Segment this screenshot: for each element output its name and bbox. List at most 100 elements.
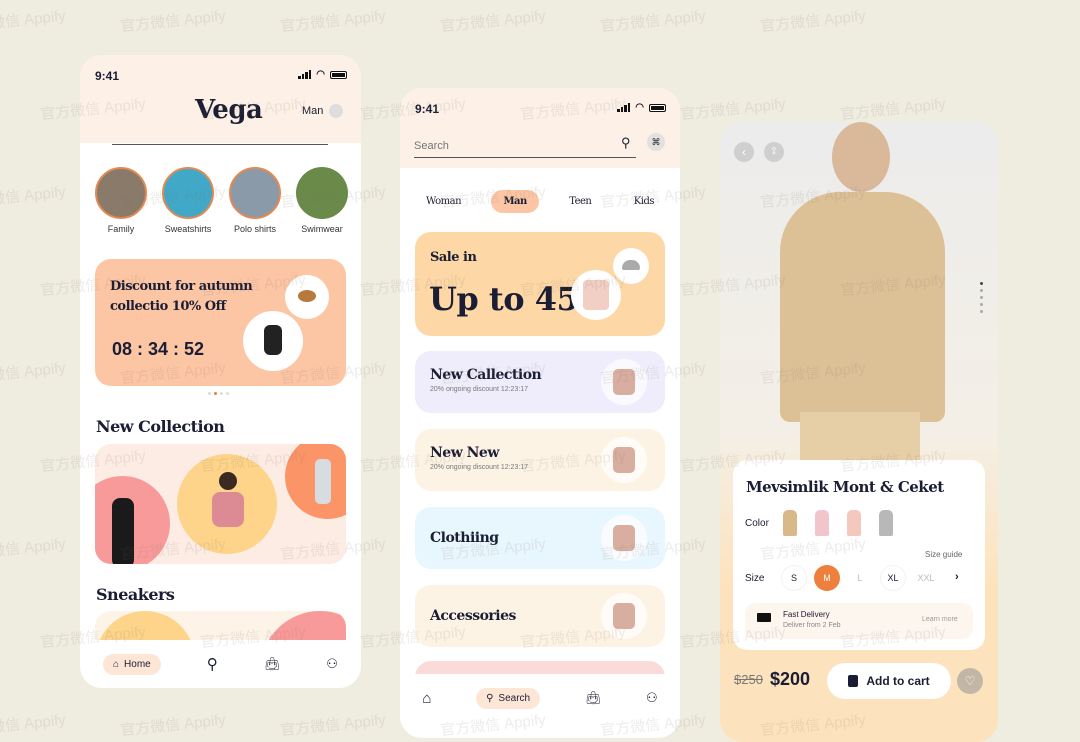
- bottom-nav: ⌂ ⚲ Search 👜︎ ⚇: [400, 674, 680, 722]
- cap-image: [613, 248, 649, 284]
- battery-icon: [330, 70, 347, 79]
- product-thumbnail: [601, 515, 647, 561]
- promo-title-2: collectio 10% Off: [110, 299, 226, 314]
- card-subtitle: 20% ongoing discount 12:23:17: [430, 464, 529, 471]
- watermark: 官方微信 Appify: [0, 535, 67, 564]
- color-swatch[interactable]: [879, 510, 893, 536]
- backpack-image: [243, 311, 303, 371]
- category-tabs: Woman Man Teen Kids: [414, 190, 666, 213]
- bag-icon[interactable]: 👜︎: [264, 656, 281, 672]
- color-swatch[interactable]: [847, 510, 861, 536]
- card-title: Accessories: [430, 608, 516, 624]
- watermark: 官方微信 Appify: [0, 183, 67, 212]
- watermark: 官方微信 Appify: [279, 7, 387, 36]
- tab-kids[interactable]: Kids: [622, 190, 666, 213]
- size-option-xl[interactable]: XL: [880, 565, 906, 591]
- gender-selector[interactable]: Man: [302, 104, 344, 118]
- status-time: 9:41: [415, 102, 440, 116]
- delivery-subtitle: Deliver from 2 Feb: [783, 622, 841, 629]
- watermark: 官方微信 Appify: [439, 7, 547, 36]
- battery-icon: [649, 103, 666, 112]
- product-thumbnail: [601, 359, 647, 405]
- profile-icon[interactable]: ⚇: [326, 656, 338, 672]
- search-icon[interactable]: ⚲: [621, 135, 631, 151]
- section-title-sneakers: Sneakers: [96, 585, 175, 604]
- favorite-button[interactable]: ♡: [957, 668, 983, 694]
- chevron-right-icon[interactable]: ›: [955, 571, 959, 583]
- home-icon: ⌂: [113, 658, 120, 670]
- category-image: [95, 167, 147, 219]
- category-card[interactable]: Clothiing: [415, 507, 665, 569]
- image-pager-dots: [980, 282, 983, 313]
- product-details-card: Mevsimlik Mont & Ceket Color Size guide …: [733, 460, 985, 650]
- model-image: [177, 454, 277, 554]
- delivery-title: Fast Delivery: [783, 610, 830, 619]
- watermark: 官方微信 Appify: [279, 711, 387, 740]
- size-option-m[interactable]: M: [814, 565, 840, 591]
- nav-search[interactable]: ⚲ Search: [476, 687, 541, 709]
- category-card[interactable]: New New 20% ongoing discount 12:23:17: [415, 429, 665, 491]
- scan-icon[interactable]: ⌘: [647, 133, 665, 151]
- search-icon[interactable]: ⚲: [207, 655, 218, 673]
- wifi-icon: ◠: [635, 102, 644, 113]
- delivery-info: Fast Delivery Deliver from 2 Feb Learn m…: [745, 603, 973, 639]
- status-time: 9:41: [95, 69, 120, 83]
- search-screen: 9:41 ◠ ⚲ ⌘ Woman Man Teen Kids Sale in Up t…: [400, 88, 680, 738]
- search-input[interactable]: [414, 134, 636, 158]
- bag-icon: [848, 675, 859, 687]
- tab-man[interactable]: Man: [491, 190, 539, 213]
- promo-banner[interactable]: Discount for autumn collectio 10% Off 08…: [95, 259, 346, 386]
- color-label: Color: [745, 518, 769, 529]
- category-item[interactable]: Swimwear: [293, 167, 351, 234]
- category-image: [296, 167, 348, 219]
- sale-label: Sale in: [430, 250, 477, 265]
- card-title: Clothiing: [430, 530, 499, 546]
- old-price: $250: [734, 672, 763, 687]
- nav-home[interactable]: ⌂ Home: [103, 653, 161, 675]
- size-label: Size: [745, 573, 765, 584]
- tab-woman[interactable]: Woman: [414, 190, 473, 213]
- color-swatch[interactable]: [815, 510, 829, 536]
- size-option-xxl[interactable]: XXL: [913, 565, 939, 591]
- sale-headline: Up to 45: [429, 280, 579, 318]
- watermark: 官方微信 Appify: [759, 7, 867, 36]
- product-screen: ‹ ⇪ Mevsimlik Mont & Ceket Color Size gu…: [720, 122, 998, 742]
- size-guide-link[interactable]: Size guide: [925, 550, 962, 559]
- sale-banner[interactable]: Sale in Up to 45: [415, 232, 665, 336]
- wifi-icon: ◠: [316, 69, 325, 80]
- countdown-timer: 08 : 34 : 52: [112, 339, 205, 359]
- learn-more-link[interactable]: Learn more: [922, 616, 958, 623]
- product-name: Mevsimlik Mont & Ceket: [746, 478, 944, 496]
- card-title: New Callection: [430, 367, 542, 383]
- watermark: 官方微信 Appify: [679, 95, 787, 124]
- watermark: 官方微信 Appify: [119, 711, 227, 740]
- add-to-cart-button[interactable]: Add to cart: [827, 663, 951, 699]
- tab-teen[interactable]: Teen: [557, 190, 603, 213]
- back-button[interactable]: ‹: [734, 142, 754, 162]
- category-image: [229, 167, 281, 219]
- share-button[interactable]: ⇪: [764, 142, 784, 162]
- status-bar: 9:41 ◠: [400, 88, 680, 128]
- new-collection-banner[interactable]: [95, 444, 346, 564]
- watermark: 官方微信 Appify: [0, 7, 67, 36]
- category-card[interactable]: Accessories: [415, 585, 665, 647]
- watermark: 官方微信 Appify: [0, 359, 67, 388]
- category-item[interactable]: Sweatshirts: [159, 167, 217, 234]
- size-option-s[interactable]: S: [781, 565, 807, 591]
- section-title-new-collection: New Collection: [96, 417, 225, 436]
- promo-title-1: Discount for autumn: [110, 279, 253, 294]
- category-image: [162, 167, 214, 219]
- truck-icon: [757, 613, 771, 622]
- category-label: Polo shirts: [233, 224, 277, 234]
- category-card[interactable]: New Callection 20% ongoing discount 12:23…: [415, 351, 665, 413]
- home-icon[interactable]: ⌂: [422, 690, 431, 707]
- color-swatch[interactable]: [783, 510, 797, 536]
- category-item[interactable]: Polo shirts: [226, 167, 284, 234]
- bag-icon[interactable]: 👜︎: [585, 690, 602, 706]
- category-item[interactable]: Family: [92, 167, 150, 234]
- watermark: 官方微信 Appify: [0, 711, 67, 740]
- size-option-l[interactable]: L: [847, 565, 873, 591]
- profile-icon[interactable]: ⚇: [646, 690, 658, 706]
- model-image: [285, 444, 346, 519]
- price: $200: [770, 669, 811, 689]
